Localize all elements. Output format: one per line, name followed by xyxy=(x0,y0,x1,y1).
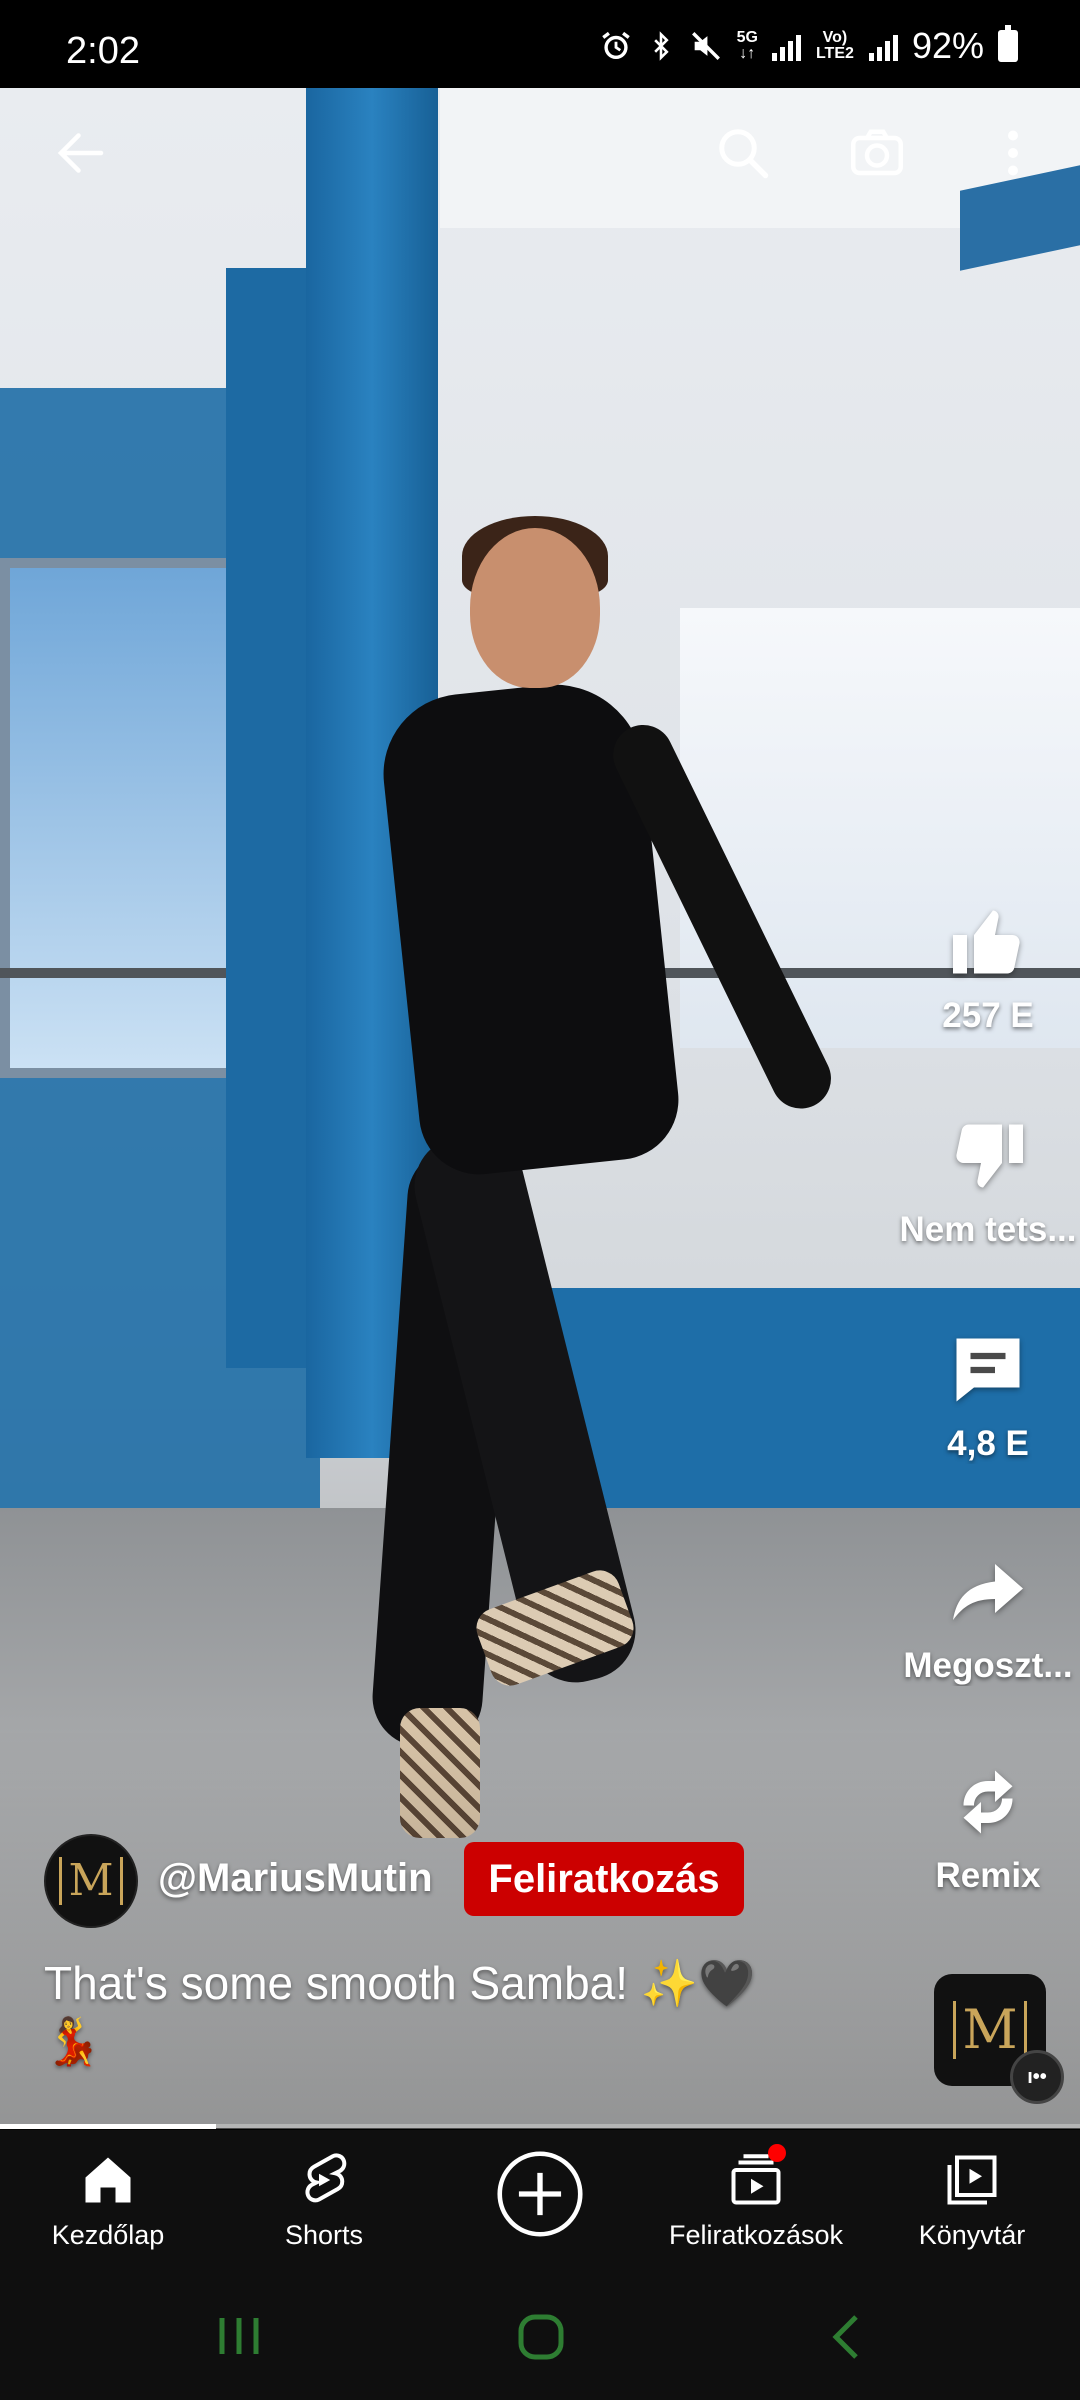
shorts-icon xyxy=(305,2153,347,2203)
signal-icon-2 xyxy=(868,31,898,61)
system-navigation-bar xyxy=(0,2272,1080,2400)
mute-icon xyxy=(691,32,720,60)
remix-label: Remix xyxy=(935,1856,1041,1895)
nav-shorts[interactable]: Shorts xyxy=(216,2150,432,2251)
caption-text: That's some smooth Samba! ✨🖤 xyxy=(44,1957,756,2009)
nav-subscriptions-label: Feliratkozások xyxy=(668,2220,844,2250)
remix-button[interactable]: Remix xyxy=(888,1760,1080,1896)
library-icon xyxy=(947,2155,997,2205)
channel-handle[interactable]: @MariusMutin xyxy=(158,1856,433,1901)
nav-create[interactable] xyxy=(432,2148,648,2240)
nav-home-label: Kezdőlap xyxy=(51,2220,165,2250)
caption-emoji: 💃 xyxy=(44,2015,102,2067)
home-icon xyxy=(85,2157,131,2203)
dancer xyxy=(470,528,600,688)
volte-label: Vo) LTE2 xyxy=(815,29,854,62)
create-plus-icon xyxy=(497,2151,583,2237)
sound-thumb-letter: M xyxy=(953,2001,1027,2059)
nav-library-label: Könyvtár xyxy=(918,2220,1026,2250)
share-icon xyxy=(953,1564,1023,1620)
like-count: 257 E xyxy=(942,996,1034,1035)
alarm-icon xyxy=(601,31,630,60)
search-icon[interactable] xyxy=(708,118,778,188)
share-label: Megoszt... xyxy=(903,1646,1073,1685)
sound-badge: ı•• xyxy=(1010,2050,1064,2104)
bottom-navigation: Kezdőlap Shorts Feliratkozások Könyvtár xyxy=(0,2130,1080,2272)
remix-icon xyxy=(963,1770,1013,1834)
more-vert-icon[interactable] xyxy=(978,118,1048,188)
nav-home[interactable]: Kezdőlap xyxy=(0,2150,216,2251)
comments-button[interactable]: 4,8 E xyxy=(888,1328,1080,1464)
status-time: 2:02 xyxy=(66,30,140,72)
like-button[interactable]: 257 E xyxy=(888,900,1080,1036)
back-system-icon[interactable] xyxy=(826,2312,866,2362)
back-arrow-icon[interactable] xyxy=(46,118,116,188)
network-type: 5G ↓↑ xyxy=(736,29,758,62)
recent-apps-icon[interactable] xyxy=(212,2312,266,2360)
notification-dot xyxy=(768,2144,786,2162)
dislike-button[interactable]: Nem tets... xyxy=(888,1114,1080,1250)
subscribe-button[interactable]: Feliratkozás xyxy=(464,1842,744,1916)
video-progress-bar[interactable] xyxy=(0,2124,1080,2129)
channel-avatar[interactable]: M xyxy=(44,1834,138,1928)
video-caption[interactable]: That's some smooth Samba! ✨🖤 💃 xyxy=(44,1954,844,2070)
comment-icon xyxy=(956,1338,1020,1402)
thumbs-down-icon xyxy=(956,1124,1023,1188)
signal-icon xyxy=(771,31,801,61)
nav-library[interactable]: Könyvtár xyxy=(864,2150,1080,2251)
thumbs-up-icon xyxy=(953,910,1020,974)
home-system-icon[interactable] xyxy=(516,2312,566,2362)
progress-fill xyxy=(0,2124,216,2129)
battery-icon xyxy=(998,25,1018,62)
battery-percent: 92% xyxy=(911,25,984,66)
bluetooth-icon xyxy=(653,31,669,61)
comment-count: 4,8 E xyxy=(947,1424,1029,1463)
status-bar: 2:02 5G ↓↑ Vo) LTE2 92% xyxy=(0,0,1080,88)
camera-icon[interactable] xyxy=(842,118,912,188)
nav-shorts-label: Shorts xyxy=(284,2220,364,2250)
nav-subscriptions[interactable]: Feliratkozások xyxy=(648,2144,864,2251)
avatar-letter: M xyxy=(59,1857,123,1905)
status-icons: 5G ↓↑ Vo) LTE2 92% xyxy=(599,24,1018,68)
dislike-label: Nem tets... xyxy=(899,1210,1077,1249)
share-button[interactable]: Megoszt... xyxy=(888,1550,1080,1686)
